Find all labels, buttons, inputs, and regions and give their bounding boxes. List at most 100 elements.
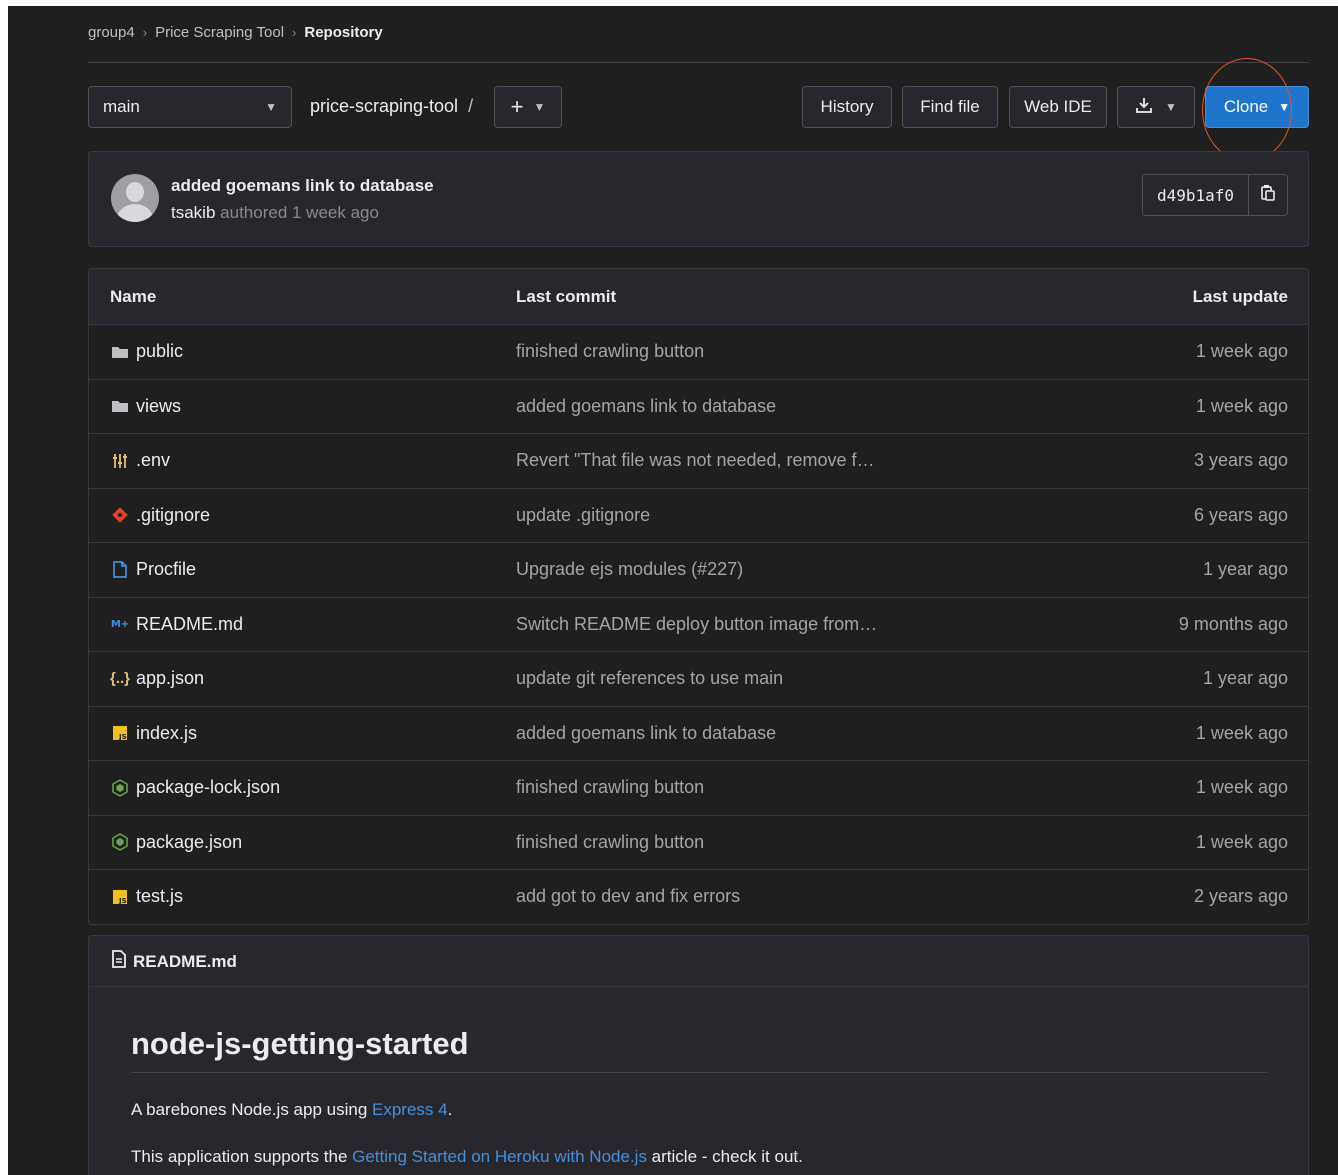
commit-message[interactable]: update .gitignore (516, 489, 650, 543)
file-name[interactable]: public (136, 341, 183, 362)
file-name[interactable]: views (136, 396, 181, 417)
branch-name: main (103, 97, 140, 116)
updated-time: 1 week ago (1195, 395, 1288, 416)
table-row[interactable]: .env Revert "That file was not needed, r… (89, 434, 1308, 489)
commit-message[interactable]: added goemans link to database (516, 380, 776, 434)
readme-panel: README.md node-js-getting-started A bare… (88, 935, 1309, 1175)
updated-time: 1 week ago (1195, 722, 1288, 743)
repo-toolbar: main ▼ price-scraping-tool / + ▼ History … (88, 86, 1310, 130)
table-row[interactable]: public finished crawling button 1 week a… (89, 325, 1308, 380)
commit-message[interactable]: Revert "That file was not needed, remove… (516, 434, 875, 488)
folder-icon (110, 342, 130, 362)
header-name: Name (110, 286, 157, 306)
file-name[interactable]: .env (136, 450, 170, 471)
breadcrumb-group[interactable]: group4 (88, 24, 135, 41)
divider (88, 62, 1309, 63)
table-row[interactable]: JS index.js added goemans link to databas… (89, 707, 1308, 761)
svg-text:JS: JS (118, 897, 127, 905)
last-commit-panel: added goemans link to database tsakib au… (88, 151, 1309, 247)
table-row[interactable]: JS test.js add got to dev and fix errors … (89, 870, 1308, 924)
table-row[interactable]: Procfile Upgrade ejs modules (#227) 1 ye… (89, 543, 1308, 598)
breadcrumb-separator: › (292, 25, 297, 40)
json-file-icon: {..} (110, 670, 131, 688)
copy-icon (1260, 184, 1276, 207)
paragraph-text: . (447, 1100, 453, 1119)
table-row[interactable]: views added goemans link to database 1 w… (89, 380, 1308, 434)
file-name[interactable]: test.js (136, 886, 183, 907)
readme-heading: node-js-getting-started (131, 1026, 469, 1061)
commit-sha[interactable]: d49b1af0 (1142, 175, 1248, 215)
commit-time: authored 1 week ago (220, 203, 379, 222)
header-last-update: Last update (1192, 286, 1288, 306)
table-row[interactable]: M+ README.md Switch README deploy button … (89, 598, 1308, 652)
avatar[interactable] (111, 174, 159, 222)
updated-time: 1 year ago (1202, 559, 1288, 580)
readme-filename[interactable]: README.md (133, 952, 237, 972)
updated-time: 3 years ago (1193, 450, 1288, 471)
branch-dropdown[interactable]: main ▼ (88, 86, 292, 128)
file-name[interactable]: README.md (136, 614, 243, 635)
commit-title[interactable]: added goemans link to database (171, 176, 434, 196)
table-row[interactable]: {..} app.json update git references to us… (89, 652, 1308, 707)
git-file-icon (110, 505, 130, 525)
file-name[interactable]: Procfile (136, 559, 196, 580)
express-link[interactable]: Express 4 (372, 1100, 448, 1119)
download-dropdown-button[interactable]: ▼ (1117, 86, 1195, 128)
commit-message[interactable]: Switch README deploy button image from… (516, 598, 877, 652)
download-icon (1135, 96, 1153, 119)
find-file-button[interactable]: Find file (902, 86, 998, 128)
commit-message[interactable]: update git references to use main (516, 652, 783, 706)
readme-header: README.md (111, 950, 237, 973)
file-name[interactable]: app.json (136, 668, 204, 689)
file-tree-table: Name Last commit Last update public fini… (88, 268, 1309, 925)
commit-author[interactable]: tsakib (171, 203, 215, 222)
file-name[interactable]: .gitignore (136, 505, 210, 526)
repository-page: group4 › Price Scraping Tool › Repositor… (8, 6, 1338, 1175)
markdown-file-icon: M+ (110, 618, 130, 630)
commit-message[interactable]: Upgrade ejs modules (#227) (516, 543, 743, 597)
annotation-circle (1202, 58, 1292, 162)
breadcrumb-project[interactable]: Price Scraping Tool (155, 24, 284, 41)
commit-message[interactable]: finished crawling button (516, 761, 704, 815)
commit-message[interactable]: finished crawling button (516, 325, 704, 379)
file-name[interactable]: package-lock.json (136, 777, 280, 798)
paragraph-text: A barebones Node.js app using (131, 1100, 373, 1119)
repo-path: price-scraping-tool / (310, 96, 473, 117)
node-file-icon (110, 832, 130, 852)
readme-paragraph: This application supports the Getting St… (131, 1147, 803, 1167)
updated-time: 1 week ago (1195, 777, 1288, 798)
repo-path-link[interactable]: price-scraping-tool (310, 96, 458, 116)
commit-message[interactable]: added goemans link to database (516, 707, 776, 761)
table-row[interactable]: package.json finished crawling button 1 … (89, 816, 1308, 870)
folder-icon (110, 396, 130, 416)
copy-sha-button[interactable] (1248, 175, 1287, 215)
commit-message[interactable]: add got to dev and fix errors (516, 870, 740, 924)
history-button[interactable]: History (802, 86, 892, 128)
heroku-guide-link[interactable]: Getting Started on Heroku with Node.js (352, 1147, 647, 1166)
table-header: Name Last commit Last update (89, 269, 1308, 325)
path-separator: / (468, 96, 474, 116)
file-name[interactable]: index.js (136, 723, 197, 744)
divider (131, 1072, 1267, 1073)
updated-time: 1 week ago (1195, 341, 1288, 362)
updated-time: 1 year ago (1202, 668, 1288, 689)
breadcrumb-current[interactable]: Repository (304, 24, 382, 41)
table-row[interactable]: package-lock.json finished crawling butt… (89, 761, 1308, 816)
breadcrumb: group4 › Price Scraping Tool › Repositor… (88, 24, 383, 41)
updated-time: 6 years ago (1193, 504, 1288, 525)
file-icon (110, 560, 130, 580)
table-row[interactable]: .gitignore update .gitignore 6 years ago (89, 489, 1308, 543)
js-file-icon: JS (110, 887, 130, 907)
svg-text:JS: JS (118, 733, 127, 741)
paragraph-text: article - check it out. (646, 1147, 803, 1166)
chevron-down-icon: ▼ (533, 100, 546, 114)
document-icon (111, 950, 127, 973)
env-file-icon (110, 451, 130, 471)
commit-sha-group: d49b1af0 (1141, 174, 1288, 216)
file-name[interactable]: package.json (136, 832, 242, 853)
add-dropdown-button[interactable]: + ▼ (494, 86, 562, 128)
web-ide-button[interactable]: Web IDE (1009, 86, 1107, 128)
commit-message[interactable]: finished crawling button (516, 816, 704, 870)
plus-icon: + (510, 94, 524, 119)
breadcrumb-separator: › (142, 25, 148, 40)
